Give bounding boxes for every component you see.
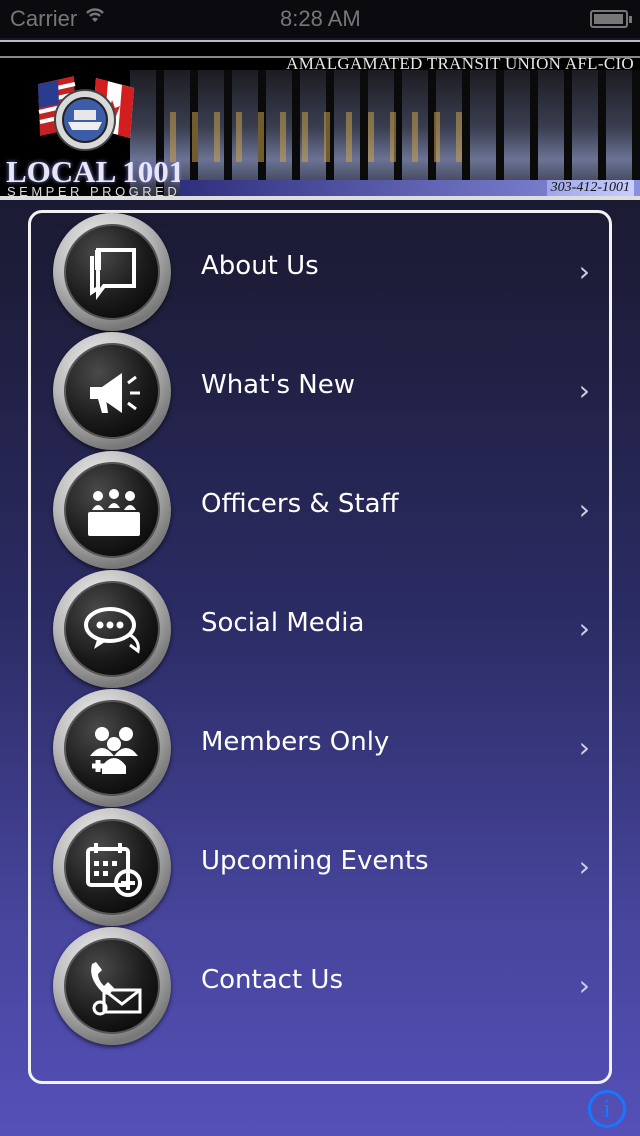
train-lights [170, 112, 470, 162]
carrier-label: Carrier [10, 6, 78, 31]
menu-item-label: Officers & Staff [201, 489, 399, 519]
chevron-right-icon: › [578, 374, 590, 407]
chevron-right-icon: › [578, 255, 590, 288]
status-time: 8:28 AM [280, 6, 361, 31]
menu-item-label: What's New [201, 370, 355, 400]
status-bar: Carrier 8:28 AM [0, 0, 640, 38]
chevron-right-icon: › [578, 969, 590, 1002]
menu-item-label: Members Only [201, 727, 390, 757]
chevron-right-icon: › [578, 731, 590, 764]
menu-item-label: About Us [201, 251, 319, 281]
menu-item-officers-staff[interactable]: Officers & Staff › [51, 451, 596, 570]
menu-item-contact-us[interactable]: Contact Us › [51, 927, 596, 1046]
phone-number: 303-412-1001 [546, 180, 634, 196]
menu-item-label: Upcoming Events [201, 846, 429, 876]
menu-item-label: Social Media [201, 608, 365, 638]
megaphone-icon [53, 332, 171, 450]
menu-item-upcoming-events[interactable]: Upcoming Events › [51, 808, 596, 927]
battery-icon [590, 10, 632, 28]
calendar-icon [53, 808, 171, 926]
union-title: AMALGAMATED TRANSIT UNION AFL-CIO [286, 54, 634, 73]
battery-level [594, 14, 623, 24]
wifi-icon [84, 6, 106, 30]
chevron-right-icon: › [578, 493, 590, 526]
officers-icon [53, 451, 171, 569]
chevron-right-icon: › [578, 850, 590, 883]
contact-icon [53, 927, 171, 1045]
menu-item-whats-new[interactable]: What's New › [51, 332, 596, 451]
union-logo [38, 76, 134, 151]
chevron-right-icon: › [578, 612, 590, 645]
menu-item-label: Contact Us [201, 965, 343, 995]
members-icon [53, 689, 171, 807]
info-button[interactable]: i [588, 1090, 626, 1128]
header-banner: AMALGAMATED TRANSIT UNION AFL-CIO LOCAL … [0, 40, 640, 200]
menu-item-about-us[interactable]: About Us › [51, 213, 596, 332]
menu-item-members-only[interactable]: Members Only › [51, 689, 596, 808]
chat-bubbles-icon [53, 570, 171, 688]
menu-item-social-media[interactable]: Social Media › [51, 570, 596, 689]
motto: SEMPER PROGREDI [7, 184, 188, 199]
menu-panel: About Us › What's New › Officers & Staff… [28, 210, 612, 1084]
book-icon [53, 213, 171, 331]
